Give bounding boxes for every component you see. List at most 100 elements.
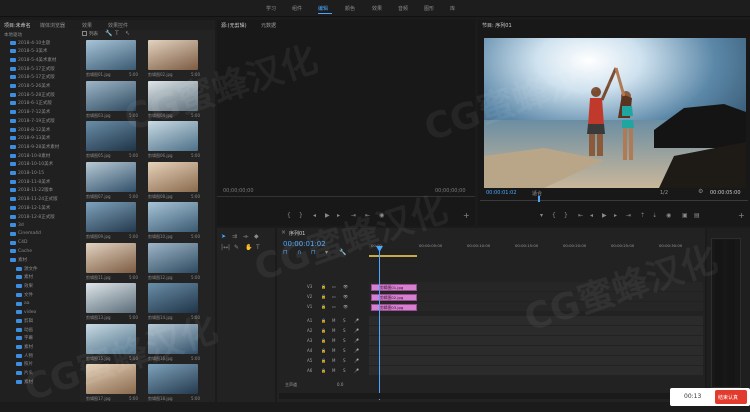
- compare-icon[interactable]: ▣: [682, 213, 688, 219]
- clip-v1[interactable]: 剪辑图03.jpg: [371, 304, 417, 311]
- tree-folder-item[interactable]: video: [16, 309, 36, 316]
- tree-folder-item[interactable]: 素材: [16, 378, 33, 385]
- solo-icon[interactable]: S: [343, 358, 346, 363]
- tree-folder-item[interactable]: 片头: [16, 370, 33, 377]
- mute-icon[interactable]: M: [332, 338, 335, 343]
- tree-folder-item[interactable]: 2018-12-1美术: [10, 204, 50, 211]
- audio-track-header[interactable]: A5 🔒 M S 🎤: [279, 356, 367, 366]
- eye-icon[interactable]: 👁: [343, 294, 348, 299]
- track-lane[interactable]: [369, 282, 703, 291]
- tab-media-browser[interactable]: 媒体浏览器: [40, 22, 65, 29]
- mute-icon[interactable]: M: [332, 318, 335, 323]
- tree-folder-item[interactable]: 2018-12-8正式版: [10, 213, 55, 220]
- mute-icon[interactable]: M: [332, 368, 335, 373]
- tree-folder-item[interactable]: 2018-11-22版本: [10, 187, 53, 194]
- tree-folder-item[interactable]: 2018-5-3美术: [10, 48, 47, 55]
- fit-dropdown[interactable]: 适合: [532, 190, 542, 197]
- go-out-icon[interactable]: ⇥: [626, 213, 631, 219]
- sync-icon[interactable]: ▭: [332, 294, 336, 299]
- track-select-icon[interactable]: ⇉: [232, 234, 237, 240]
- program-scrubber[interactable]: [480, 200, 748, 201]
- tree-folder-item[interactable]: 源文件: [16, 265, 38, 272]
- workspace-tab[interactable]: 组件: [292, 5, 302, 12]
- marker-icon[interactable]: ▾: [540, 213, 543, 219]
- media-thumbnail[interactable]: [148, 121, 198, 151]
- track-lane[interactable]: [369, 316, 703, 325]
- track-lane[interactable]: [369, 356, 703, 365]
- media-thumbnail[interactable]: [86, 161, 136, 192]
- time-ruler[interactable]: 00:00 00:00:05:00 00:00:10:00 00:00:15:00 00…: [369, 242, 705, 258]
- workspace-tab[interactable]: 库: [450, 5, 455, 12]
- tree-folder-item[interactable]: 素材: [16, 344, 33, 351]
- mute-icon[interactable]: M: [332, 348, 335, 353]
- tree-folder-item[interactable]: C4D: [10, 239, 27, 246]
- eye-icon[interactable]: 👁: [343, 284, 348, 289]
- media-thumbnail[interactable]: [148, 242, 198, 273]
- audio-track-header[interactable]: A3 🔒 M S 🎤: [279, 336, 367, 346]
- lift-icon[interactable]: ⇡: [640, 213, 645, 219]
- mark-in-icon[interactable]: {: [552, 213, 556, 219]
- lock-icon[interactable]: 🔒: [321, 294, 326, 299]
- mark-in-icon[interactable]: {: [287, 213, 291, 219]
- media-thumbnail[interactable]: [86, 283, 136, 313]
- camera-icon[interactable]: ◉: [666, 213, 671, 219]
- tab-effects[interactable]: 效果: [82, 22, 92, 29]
- razor-icon[interactable]: ◆: [254, 234, 259, 240]
- tree-folder-item[interactable]: 2018-5-26美术: [10, 83, 50, 90]
- wrench-icon[interactable]: 🔧: [105, 31, 112, 37]
- badge-button[interactable]: 结束认真: [715, 390, 747, 404]
- sequence-tab[interactable]: 序列01: [289, 230, 305, 237]
- track-lane[interactable]: [369, 336, 703, 345]
- track-lane[interactable]: [369, 292, 703, 301]
- clip-v3[interactable]: 剪辑图01.jpg: [371, 284, 417, 291]
- media-thumbnail[interactable]: [86, 323, 136, 354]
- tree-folder-item[interactable]: 动画: [16, 326, 33, 333]
- media-thumbnail[interactable]: [86, 121, 136, 151]
- tree-folder-item[interactable]: 2018-11-8美术: [10, 178, 50, 185]
- audio-track-header[interactable]: A2 🔒 M S 🎤: [279, 326, 367, 336]
- timeline-playhead[interactable]: [379, 246, 380, 400]
- media-thumbnail[interactable]: [148, 364, 198, 394]
- resolution-dropdown[interactable]: 1/2: [660, 190, 668, 196]
- tree-folder-item[interactable]: 2018-5-17正式版: [10, 65, 55, 72]
- sync-icon[interactable]: ▭: [332, 304, 336, 309]
- workspace-tab[interactable]: 音频: [398, 5, 408, 12]
- tree-folder-item[interactable]: 素材: [16, 274, 33, 281]
- step-back-icon[interactable]: ◂: [590, 213, 593, 219]
- track-lane[interactable]: [369, 366, 703, 375]
- mark-out-icon[interactable]: }: [299, 213, 303, 219]
- snap-icon[interactable]: ⊓: [283, 250, 288, 256]
- program-playhead[interactable]: [538, 196, 540, 202]
- step-back-icon[interactable]: ◂: [313, 213, 316, 219]
- mic-icon[interactable]: 🎤: [354, 348, 359, 353]
- tree-folder-item[interactable]: 2018-5-28正式版: [10, 91, 55, 98]
- wrench-icon[interactable]: ⚙: [698, 189, 703, 195]
- program-title[interactable]: 节目: 序列01: [482, 22, 512, 29]
- linked-select-icon[interactable]: ∩: [297, 250, 301, 256]
- tree-folder-item[interactable]: 2018-10-10美术: [10, 161, 53, 168]
- solo-icon[interactable]: S: [343, 338, 346, 343]
- tree-folder-item[interactable]: 效果: [16, 283, 33, 290]
- add-button-icon[interactable]: +: [463, 212, 470, 220]
- tree-folder-item[interactable]: 2018-7-12美术: [10, 109, 50, 116]
- solo-icon[interactable]: S: [343, 328, 346, 333]
- mic-icon[interactable]: 🎤: [354, 328, 359, 333]
- lock-icon[interactable]: 🔒: [321, 328, 326, 333]
- tree-folder-item[interactable]: 2018-6-1正式版: [10, 100, 52, 107]
- selection-tool-icon[interactable]: ➤: [221, 234, 226, 240]
- eye-icon[interactable]: 👁: [343, 304, 348, 309]
- workspace-tab[interactable]: 图形: [424, 5, 434, 12]
- work-area-bar[interactable]: [369, 255, 417, 257]
- solo-icon[interactable]: S: [343, 368, 346, 373]
- lock-icon[interactable]: 🔒: [321, 284, 326, 289]
- tree-folder-item[interactable]: 2018-8-12美术: [10, 126, 50, 133]
- clip-v2[interactable]: 剪辑图02.jpg: [371, 294, 417, 301]
- add-marker-icon[interactable]: ⊓: [311, 250, 316, 256]
- master-volume[interactable]: 0.0: [337, 382, 343, 387]
- text-icon[interactable]: T: [115, 31, 119, 37]
- video-track-header[interactable]: V2 🔒 ▭ 👁: [279, 292, 367, 302]
- ripple-edit-icon[interactable]: ⟛: [243, 234, 248, 240]
- extract-icon[interactable]: ⇣: [652, 213, 657, 219]
- tree-folder-item[interactable]: 2018-7-19正式版: [10, 117, 55, 124]
- mic-icon[interactable]: 🎤: [354, 338, 359, 343]
